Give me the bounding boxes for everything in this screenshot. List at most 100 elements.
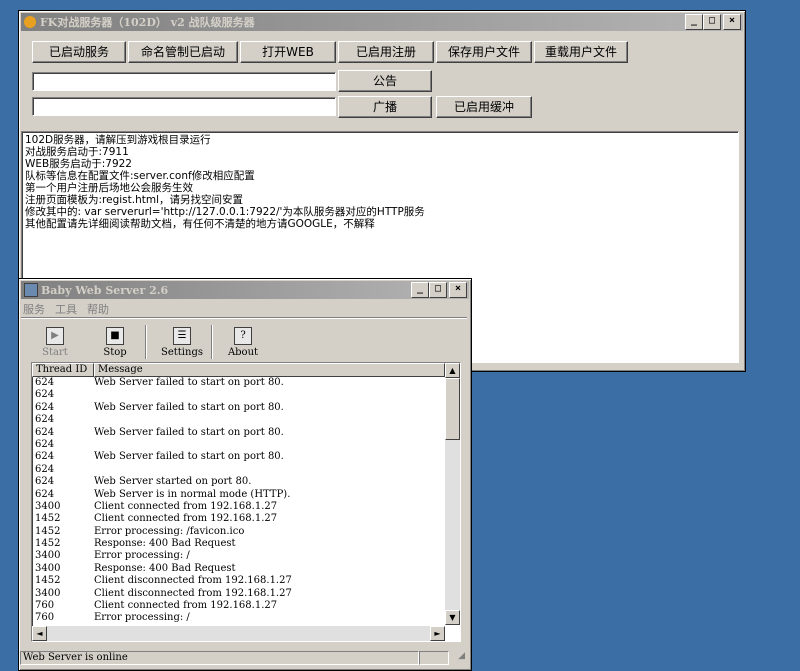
list-row[interactable]: 1452 Client disconnected from 192.168.1.2…	[32, 575, 460, 587]
thread-id-cell: 3400	[35, 500, 61, 512]
list-header: Thread ID Message	[32, 363, 460, 377]
scroll-down-icon[interactable]: ▼	[445, 610, 460, 625]
save-users-button[interactable]: 保存用户文件	[436, 41, 532, 63]
toolbar-start-button[interactable]: ▶ Start	[35, 327, 75, 358]
maximize-icon[interactable]: □	[429, 282, 447, 298]
horizontal-scrollbar[interactable]: ◄ ►	[32, 626, 445, 641]
broadcast-input[interactable]	[32, 97, 336, 116]
thread-id-cell: 760	[35, 612, 55, 624]
log-listview[interactable]: Thread ID Message 624 Web Server failed t…	[31, 362, 461, 642]
status-text: Web Server is online	[20, 651, 419, 665]
web-window-title: Baby Web Server 2.6	[41, 283, 169, 297]
list-row[interactable]: 624 Web Server failed to start on port 80…	[32, 402, 460, 414]
minimize-icon[interactable]: _	[685, 14, 703, 30]
thread-id-cell: 1452	[35, 575, 61, 587]
log-line: 修改其中的: var serverurl='http://127.0.0.1:7…	[25, 206, 425, 218]
start-icon: ▶	[46, 327, 64, 345]
toolbar-stop-button[interactable]: ■ Stop	[95, 327, 135, 358]
thread-id-cell: 624	[35, 438, 55, 450]
message-cell: Client disconnected from 192.168.1.27	[94, 587, 292, 599]
list-row[interactable]: 1452 Error processing: /favicon.ico	[32, 526, 460, 538]
list-row[interactable]: 3400 Client disconnected from 192.168.1.2…	[32, 588, 460, 600]
message-cell: Error processing: /	[94, 550, 190, 562]
announce-input[interactable]	[32, 72, 336, 91]
list-row[interactable]: 624	[32, 389, 460, 401]
menu-help[interactable]: 帮助	[87, 301, 109, 317]
message-cell: Web Server is in normal mode (HTTP).	[94, 488, 291, 500]
name-control-button[interactable]: 命名管制已启动	[128, 41, 238, 63]
minimize-icon[interactable]: _	[411, 282, 429, 298]
scroll-right-icon[interactable]: ►	[430, 626, 445, 641]
vertical-scrollbar[interactable]: ▲ ▼	[445, 363, 460, 625]
about-icon: ?	[234, 327, 252, 345]
settings-icon: ☰	[173, 327, 191, 345]
message-cell: Error processing: /favicon.ico	[94, 525, 245, 537]
register-button[interactable]: 已启用注册	[338, 41, 434, 63]
close-icon[interactable]: ×	[449, 282, 467, 298]
menu-bar: 服务 工具 帮助	[23, 301, 109, 317]
message-cell: Client disconnected from 192.168.1.27	[94, 575, 292, 587]
log-line: 其他配置请先详细阅读帮助文档，有任何不清楚的地方请GOOGLE，不解释	[25, 218, 375, 230]
thread-id-cell: 624	[35, 414, 55, 426]
web-titlebar: Baby Web Server 2.6 _ □ ×	[21, 281, 469, 299]
resize-grip-icon[interactable]: ◢	[449, 651, 465, 665]
list-row[interactable]: 760 Error processing: /	[32, 612, 460, 624]
menu-tools[interactable]: 工具	[55, 301, 77, 317]
list-row[interactable]: 624	[32, 414, 460, 426]
message-cell: Web Server failed to start on port 80.	[94, 451, 284, 463]
list-row[interactable]: 1452 Response: 400 Bad Request	[32, 538, 460, 550]
server-app-icon	[24, 283, 38, 297]
list-row[interactable]: 624	[32, 439, 460, 451]
start-service-button[interactable]: 已启动服务	[32, 41, 126, 63]
list-row[interactable]: 624 Web Server started on port 80.	[32, 476, 460, 488]
list-row[interactable]: 624	[32, 464, 460, 476]
thread-id-cell: 624	[35, 377, 55, 388]
message-cell: Web Server failed to start on port 80.	[94, 426, 284, 438]
thread-id-cell: 760	[35, 600, 55, 612]
message-cell: Error processing: /	[94, 612, 190, 624]
toolbar-settings-button[interactable]: ☰ Settings	[155, 327, 209, 358]
list-row[interactable]: 624 Web Server failed to start on port 80…	[32, 427, 460, 439]
stop-icon: ■	[106, 327, 124, 345]
menu-service[interactable]: 服务	[23, 301, 45, 317]
thread-id-cell: 1452	[35, 538, 61, 550]
about-label: About	[227, 347, 259, 358]
message-cell: Response: 400 Bad Request	[94, 562, 236, 574]
reload-users-button[interactable]: 重载用户文件	[534, 41, 628, 63]
close-icon[interactable]: ×	[723, 14, 741, 30]
scroll-up-icon[interactable]: ▲	[445, 363, 460, 378]
list-row[interactable]: 624 Web Server failed to start on port 80…	[32, 377, 460, 389]
thread-id-cell: 624	[35, 476, 55, 488]
thread-id-cell: 624	[35, 426, 55, 438]
log-line: WEB服务启动于:7922	[25, 158, 132, 170]
scroll-left-icon[interactable]: ◄	[32, 626, 47, 641]
log-line: 第一个用户注册后场地公会服务生效	[25, 182, 193, 194]
log-line: 队标等信息在配置文件:server.conf修改相应配置	[25, 170, 255, 182]
list-row[interactable]: 624 Web Server is in normal mode (HTTP).	[32, 489, 460, 501]
list-row[interactable]: 3400 Error processing: /	[32, 550, 460, 562]
list-row[interactable]: 624 Web Server failed to start on port 80…	[32, 451, 460, 463]
broadcast-button[interactable]: 广播	[338, 96, 432, 118]
status-bar: Web Server is online ◢	[20, 651, 484, 665]
start-label: Start	[42, 347, 68, 358]
scroll-thumb[interactable]	[445, 378, 460, 440]
main-titlebar: FK对战服务器（102D） v2 战队级服务器 _ □ ×	[21, 13, 743, 31]
thread-id-cell: 624	[35, 451, 55, 463]
column-message[interactable]: Message	[94, 363, 445, 377]
toolbar-separator	[145, 325, 146, 359]
announce-button[interactable]: 公告	[338, 70, 432, 92]
log-line: 注册页面模板为:regist.html，请另找空间安置	[25, 194, 244, 206]
column-thread-id[interactable]: Thread ID	[32, 363, 94, 377]
list-row[interactable]: 3400 Response: 400 Bad Request	[32, 563, 460, 575]
buffer-button[interactable]: 已启用缓冲	[436, 96, 532, 118]
list-row[interactable]: 760 Client connected from 192.168.1.27	[32, 600, 460, 612]
thread-id-cell: 624	[35, 401, 55, 413]
log-line: 102D服务器，请解压到游戏根目录运行	[25, 134, 211, 146]
open-web-button[interactable]: 打开WEB	[240, 41, 336, 63]
list-row[interactable]: 3400 Client connected from 192.168.1.27	[32, 501, 460, 513]
maximize-icon[interactable]: □	[703, 14, 721, 30]
thread-id-cell: 624	[35, 488, 55, 500]
toolbar-about-button[interactable]: ? About	[223, 327, 263, 358]
thread-id-cell: 3400	[35, 550, 61, 562]
list-row[interactable]: 1452 Client connected from 192.168.1.27	[32, 513, 460, 525]
